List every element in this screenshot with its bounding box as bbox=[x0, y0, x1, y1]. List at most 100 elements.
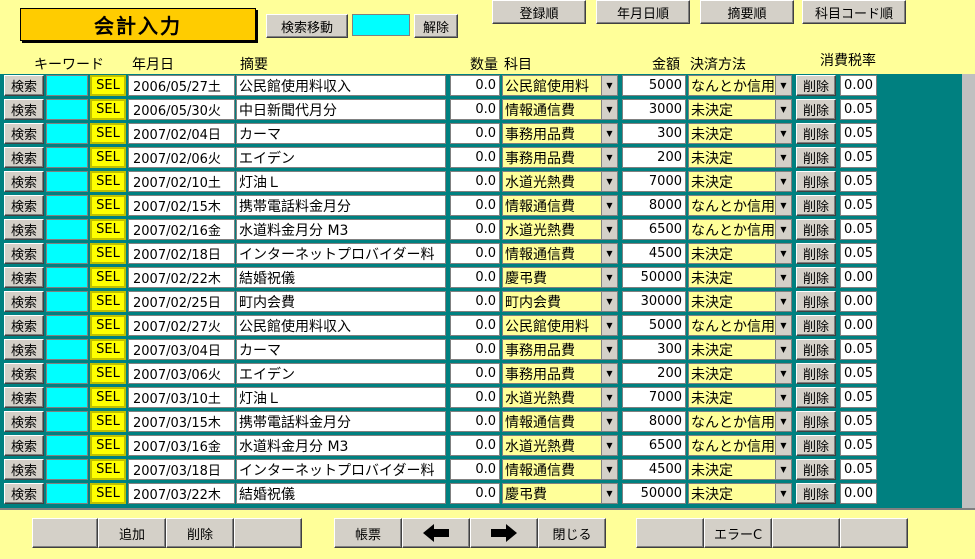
tax-rate-field[interactable]: 0.05 bbox=[840, 243, 877, 264]
account-select[interactable]: 情報通信費 ▼ bbox=[502, 459, 618, 480]
footer-blank-button-1[interactable] bbox=[32, 518, 98, 548]
tax-rate-field[interactable]: 0.05 bbox=[840, 363, 877, 384]
description-field[interactable]: カーマ bbox=[236, 123, 446, 144]
dropdown-arrow-icon[interactable]: ▼ bbox=[775, 124, 791, 143]
payment-method-select[interactable]: 未決定 ▼ bbox=[688, 291, 792, 312]
row-delete-button[interactable]: 削除 bbox=[796, 459, 836, 480]
row-search-button[interactable]: 検索 bbox=[4, 387, 44, 408]
row-search-button[interactable]: 検索 bbox=[4, 339, 44, 360]
select-button[interactable]: SEL bbox=[90, 171, 126, 192]
account-select[interactable]: 事務用品費 ▼ bbox=[502, 123, 618, 144]
dropdown-arrow-icon[interactable]: ▼ bbox=[775, 172, 791, 191]
payment-method-select[interactable]: 未決定 ▼ bbox=[688, 363, 792, 384]
amount-field[interactable]: 7000 bbox=[622, 387, 686, 408]
dropdown-arrow-icon[interactable]: ▼ bbox=[775, 316, 791, 335]
payment-method-select[interactable]: 未決定 ▼ bbox=[688, 243, 792, 264]
tax-rate-field[interactable]: 0.00 bbox=[840, 315, 877, 336]
amount-field[interactable]: 200 bbox=[622, 147, 686, 168]
tax-rate-field[interactable]: 0.00 bbox=[840, 291, 877, 312]
dropdown-arrow-icon[interactable]: ▼ bbox=[775, 100, 791, 119]
date-field[interactable]: 2007/03/06火 bbox=[128, 363, 235, 384]
date-field[interactable]: 2006/05/27土 bbox=[128, 75, 235, 96]
ledger-button[interactable]: 帳票 bbox=[334, 518, 402, 548]
description-field[interactable]: 町内会費 bbox=[236, 291, 446, 312]
right-arrow-icon[interactable] bbox=[470, 518, 538, 548]
amount-field[interactable]: 300 bbox=[622, 339, 686, 360]
dropdown-arrow-icon[interactable]: ▼ bbox=[601, 484, 617, 503]
description-field[interactable]: 携帯電話料金月分 bbox=[236, 195, 446, 216]
dropdown-arrow-icon[interactable]: ▼ bbox=[601, 268, 617, 287]
select-button[interactable]: SEL bbox=[90, 459, 126, 480]
row-search-button[interactable]: 検索 bbox=[4, 267, 44, 288]
keyword-field[interactable] bbox=[46, 435, 88, 456]
select-button[interactable]: SEL bbox=[90, 195, 126, 216]
row-search-button[interactable]: 検索 bbox=[4, 483, 44, 504]
account-select[interactable]: 事務用品費 ▼ bbox=[502, 339, 618, 360]
payment-method-select[interactable]: 未決定 ▼ bbox=[688, 459, 792, 480]
keyword-field[interactable] bbox=[46, 171, 88, 192]
account-select[interactable]: 町内会費 ▼ bbox=[502, 291, 618, 312]
dropdown-arrow-icon[interactable]: ▼ bbox=[601, 388, 617, 407]
date-field[interactable]: 2007/02/27火 bbox=[128, 315, 235, 336]
keyword-field[interactable] bbox=[46, 123, 88, 144]
account-select[interactable]: 情報通信費 ▼ bbox=[502, 99, 618, 120]
keyword-field[interactable] bbox=[46, 99, 88, 120]
keyword-field[interactable] bbox=[46, 459, 88, 480]
account-select[interactable]: 情報通信費 ▼ bbox=[502, 411, 618, 432]
quantity-field[interactable]: 0.0 bbox=[450, 411, 500, 432]
row-search-button[interactable]: 検索 bbox=[4, 147, 44, 168]
quantity-field[interactable]: 0.0 bbox=[450, 291, 500, 312]
quantity-field[interactable]: 0.0 bbox=[450, 219, 500, 240]
row-search-button[interactable]: 検索 bbox=[4, 243, 44, 264]
date-field[interactable]: 2007/03/22木 bbox=[128, 483, 235, 504]
dropdown-arrow-icon[interactable]: ▼ bbox=[601, 340, 617, 359]
amount-field[interactable]: 5000 bbox=[622, 315, 686, 336]
row-delete-button[interactable]: 削除 bbox=[796, 483, 836, 504]
keyword-field[interactable] bbox=[46, 387, 88, 408]
row-delete-button[interactable]: 削除 bbox=[796, 75, 836, 96]
tax-rate-field[interactable]: 0.00 bbox=[840, 267, 877, 288]
select-button[interactable]: SEL bbox=[90, 75, 126, 96]
quantity-field[interactable]: 0.0 bbox=[450, 267, 500, 288]
date-field[interactable]: 2007/02/06火 bbox=[128, 147, 235, 168]
row-delete-button[interactable]: 削除 bbox=[796, 411, 836, 432]
quantity-field[interactable]: 0.0 bbox=[450, 315, 500, 336]
amount-field[interactable]: 6500 bbox=[622, 435, 686, 456]
row-search-button[interactable]: 検索 bbox=[4, 219, 44, 240]
date-field[interactable]: 2007/03/10土 bbox=[128, 387, 235, 408]
select-button[interactable]: SEL bbox=[90, 387, 126, 408]
description-field[interactable]: カーマ bbox=[236, 339, 446, 360]
account-select[interactable]: 事務用品費 ▼ bbox=[502, 147, 618, 168]
description-field[interactable]: インターネットプロバイダー料 bbox=[236, 243, 446, 264]
dropdown-arrow-icon[interactable]: ▼ bbox=[775, 76, 791, 95]
dropdown-arrow-icon[interactable]: ▼ bbox=[775, 268, 791, 287]
description-field[interactable]: 携帯電話料金月分 bbox=[236, 411, 446, 432]
dropdown-arrow-icon[interactable]: ▼ bbox=[775, 292, 791, 311]
row-search-button[interactable]: 検索 bbox=[4, 99, 44, 120]
select-button[interactable]: SEL bbox=[90, 267, 126, 288]
keyword-field[interactable] bbox=[46, 339, 88, 360]
footer-blank-button-5[interactable] bbox=[840, 518, 908, 548]
sort-date-button[interactable]: 年月日順 bbox=[596, 0, 690, 24]
dropdown-arrow-icon[interactable]: ▼ bbox=[775, 364, 791, 383]
payment-method-select[interactable]: 未決定 ▼ bbox=[688, 99, 792, 120]
row-delete-button[interactable]: 削除 bbox=[796, 171, 836, 192]
quantity-field[interactable]: 0.0 bbox=[450, 243, 500, 264]
select-button[interactable]: SEL bbox=[90, 315, 126, 336]
account-select[interactable]: 水道光熱費 ▼ bbox=[502, 171, 618, 192]
footer-blank-button-3[interactable] bbox=[636, 518, 704, 548]
tax-rate-field[interactable]: 0.05 bbox=[840, 171, 877, 192]
amount-field[interactable]: 4500 bbox=[622, 459, 686, 480]
account-select[interactable]: 水道光熱費 ▼ bbox=[502, 387, 618, 408]
amount-field[interactable]: 7000 bbox=[622, 171, 686, 192]
amount-field[interactable]: 30000 bbox=[622, 291, 686, 312]
keyword-field[interactable] bbox=[46, 147, 88, 168]
account-select[interactable]: 公民館使用料 ▼ bbox=[502, 75, 618, 96]
description-field[interactable]: エイデン bbox=[236, 363, 446, 384]
dropdown-arrow-icon[interactable]: ▼ bbox=[601, 124, 617, 143]
row-search-button[interactable]: 検索 bbox=[4, 75, 44, 96]
select-button[interactable]: SEL bbox=[90, 435, 126, 456]
description-field[interactable]: 中日新聞代月分 bbox=[236, 99, 446, 120]
quantity-field[interactable]: 0.0 bbox=[450, 171, 500, 192]
date-field[interactable]: 2007/03/15木 bbox=[128, 411, 235, 432]
